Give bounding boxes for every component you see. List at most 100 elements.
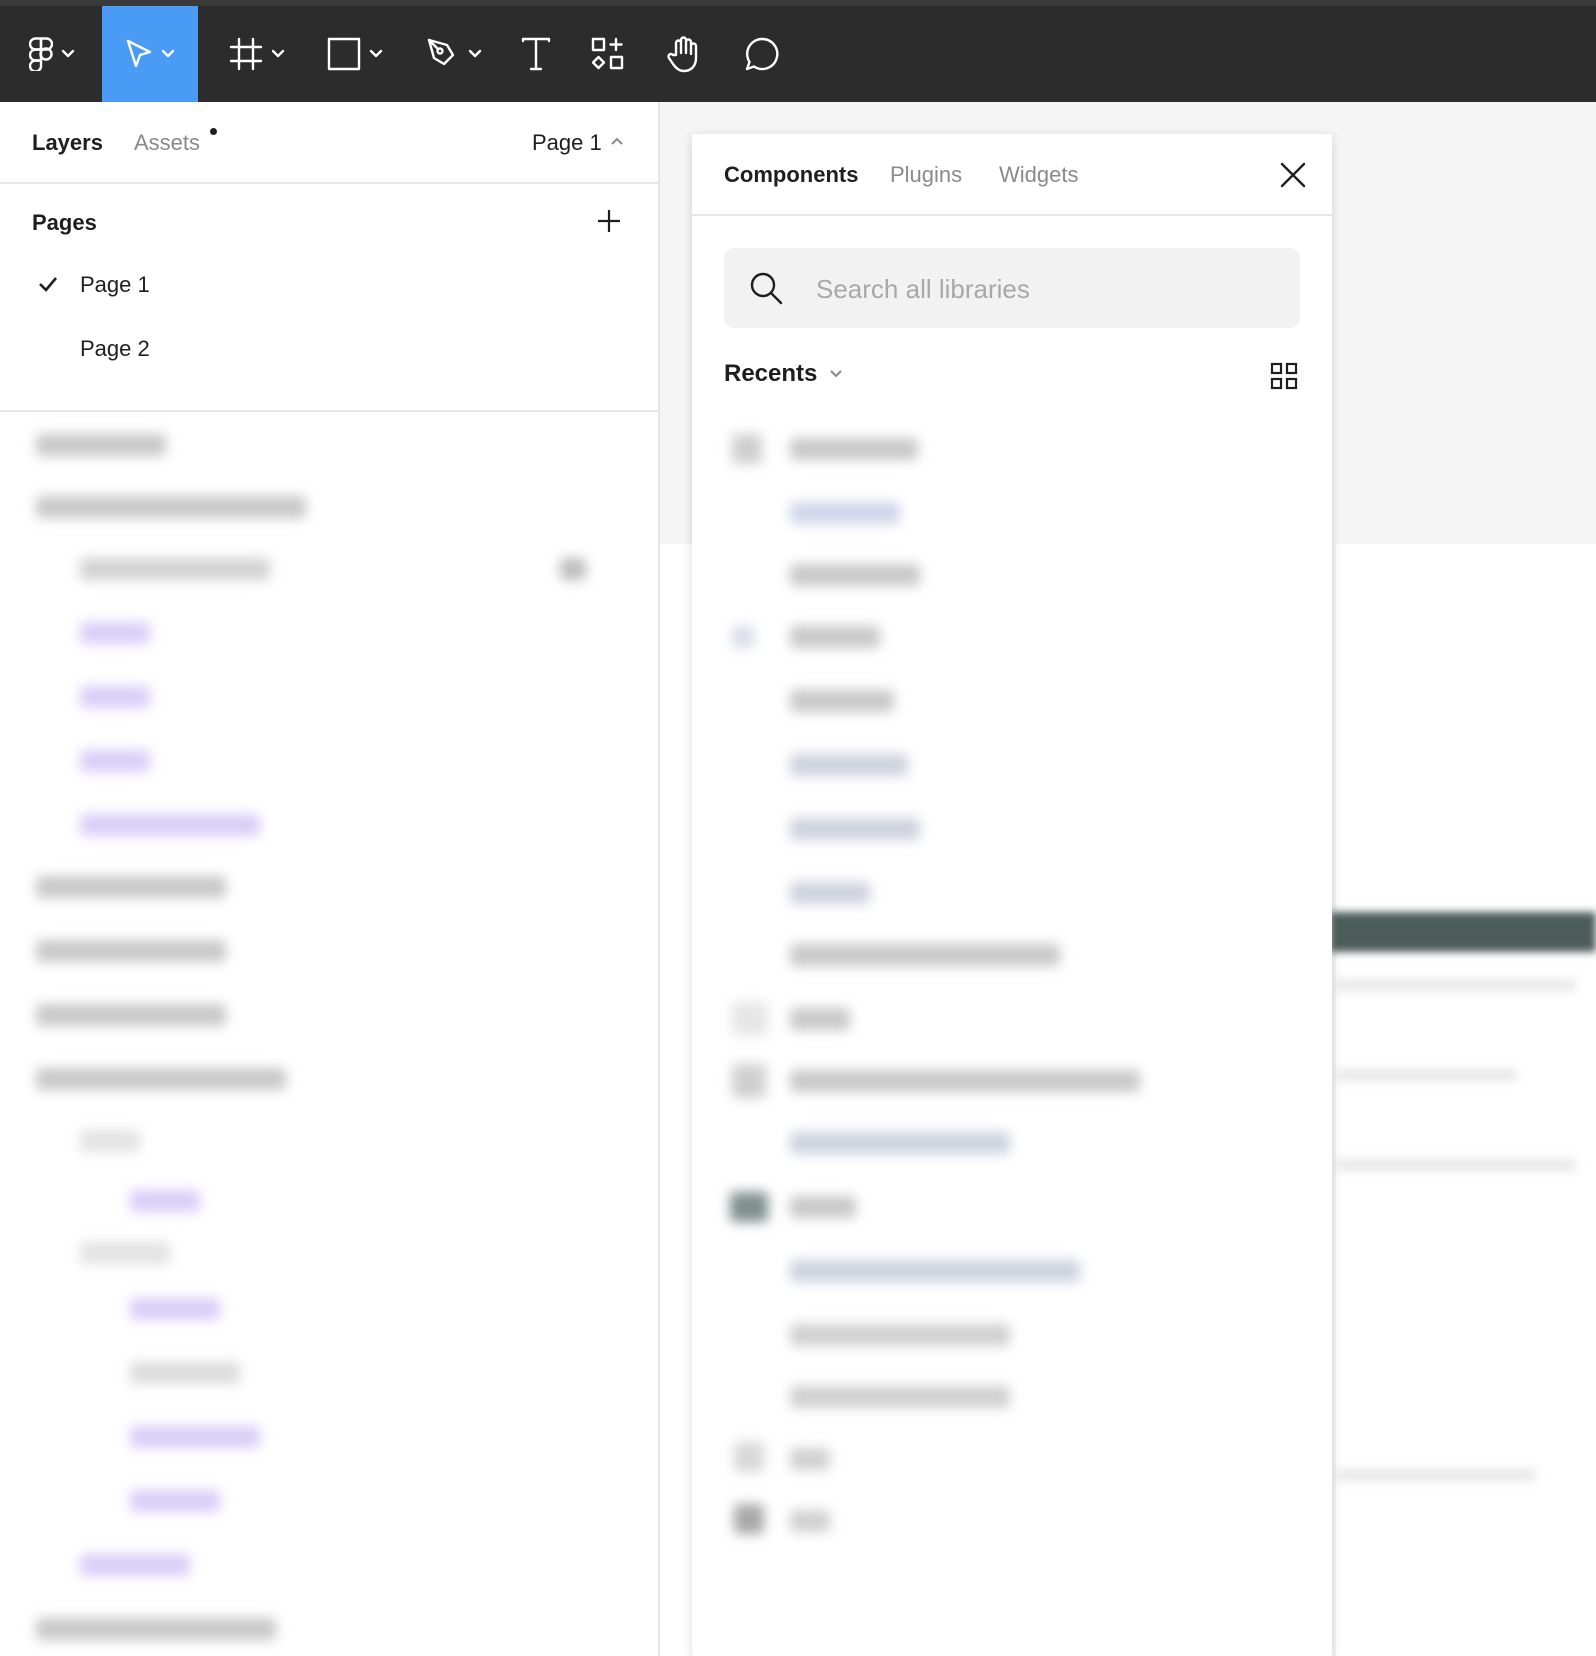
- recents-label: Recents: [724, 360, 818, 387]
- pages-section-title: Pages: [32, 210, 97, 235]
- frame-tool-icon: [229, 37, 263, 71]
- add-page-icon[interactable]: [596, 208, 622, 234]
- chevron-up-icon[interactable]: [610, 136, 624, 146]
- component-item[interactable]: [790, 1008, 850, 1030]
- chevron-down-icon: [369, 49, 383, 58]
- canvas-content-line: [1336, 980, 1576, 990]
- checkmark-icon: [39, 277, 57, 292]
- component-thumbnail: [732, 434, 762, 464]
- move-tool-icon: [126, 39, 152, 68]
- component-thumbnail: [734, 1504, 764, 1534]
- chevron-down-icon: [468, 49, 482, 58]
- page-selector[interactable]: Page 1: [532, 130, 602, 156]
- component-item[interactable]: [790, 1070, 1140, 1092]
- top-toolbar: [0, 0, 1596, 102]
- layer-row[interactable]: [36, 876, 226, 898]
- chevron-down-icon: [271, 49, 285, 58]
- layer-row[interactable]: [80, 750, 150, 772]
- layer-row[interactable]: [80, 1242, 170, 1264]
- resources-icon: [591, 37, 624, 70]
- layer-row[interactable]: [36, 940, 226, 962]
- resources-tool-button[interactable]: [578, 6, 638, 102]
- layer-row[interactable]: [36, 434, 166, 456]
- assets-notification-dot: [210, 128, 217, 135]
- layer-row[interactable]: [130, 1490, 220, 1512]
- close-icon[interactable]: [1276, 158, 1310, 192]
- comment-tool-icon: [745, 37, 779, 71]
- canvas-content-line: [1336, 1070, 1516, 1080]
- component-item[interactable]: [790, 754, 908, 776]
- page-item-2[interactable]: Page 2: [80, 336, 150, 362]
- left-sidebar: Layers Assets Page 1 Pages Page 1 Page 2: [0, 102, 660, 1656]
- component-thumbnail: [730, 1192, 768, 1222]
- component-item[interactable]: [790, 1386, 1010, 1408]
- component-item[interactable]: [790, 818, 920, 840]
- resources-tabs: Components Plugins Widgets: [692, 134, 1332, 216]
- component-thumbnail: [734, 1442, 764, 1472]
- rectangle-tool-icon: [327, 37, 361, 71]
- component-item[interactable]: [790, 1196, 856, 1218]
- chevron-down-icon: [830, 370, 843, 378]
- tab-assets[interactable]: Assets: [134, 130, 200, 156]
- comment-tool-button[interactable]: [732, 6, 792, 102]
- canvas-area[interactable]: [660, 544, 692, 1656]
- grid-view-icon[interactable]: [1270, 362, 1298, 390]
- component-item[interactable]: [790, 1324, 1010, 1346]
- layer-row[interactable]: [130, 1362, 240, 1384]
- component-item[interactable]: [790, 1448, 830, 1470]
- frame-tool-button[interactable]: [218, 6, 296, 102]
- tab-layers[interactable]: Layers: [32, 130, 103, 156]
- tab-plugins[interactable]: Plugins: [890, 162, 962, 188]
- library-search[interactable]: [724, 248, 1300, 330]
- layer-row[interactable]: [80, 1130, 140, 1152]
- layer-row[interactable]: [36, 1618, 276, 1640]
- chevron-down-icon: [161, 49, 175, 58]
- component-item[interactable]: [790, 944, 1060, 966]
- search-icon: [750, 272, 783, 305]
- sidebar-tabs: Layers Assets Page 1: [0, 102, 658, 184]
- layer-row[interactable]: [36, 1068, 286, 1090]
- component-item[interactable]: [790, 1260, 1080, 1282]
- component-item[interactable]: [790, 564, 920, 586]
- component-thumbnail: [732, 1002, 768, 1036]
- figma-logo-icon: [29, 37, 53, 71]
- pages-divider: [0, 410, 658, 412]
- canvas-frame-header: [1330, 912, 1596, 952]
- main-menu-button[interactable]: [20, 6, 84, 102]
- text-tool-button[interactable]: [506, 6, 566, 102]
- text-tool-icon: [521, 37, 551, 71]
- component-item[interactable]: [790, 626, 880, 648]
- component-thumbnail: [732, 626, 754, 648]
- component-item[interactable]: [790, 502, 900, 524]
- layer-row[interactable]: [130, 1298, 220, 1320]
- pen-tool-icon: [427, 38, 455, 66]
- search-input[interactable]: [814, 248, 1278, 330]
- component-item[interactable]: [790, 438, 918, 460]
- recents-dropdown[interactable]: Recents: [724, 360, 843, 388]
- layer-row[interactable]: [130, 1190, 200, 1212]
- chevron-down-icon: [61, 49, 75, 58]
- canvas-frame[interactable]: [1336, 544, 1596, 1656]
- canvas-content-line: [1336, 1470, 1536, 1480]
- layer-row[interactable]: [36, 1004, 226, 1026]
- component-item[interactable]: [790, 882, 870, 904]
- move-tool-button[interactable]: [102, 6, 198, 102]
- tab-widgets[interactable]: Widgets: [999, 162, 1078, 188]
- component-item[interactable]: [790, 1132, 1010, 1154]
- component-item[interactable]: [790, 1510, 830, 1532]
- layer-row[interactable]: [130, 1426, 260, 1448]
- hand-tool-icon: [667, 36, 698, 73]
- tab-components[interactable]: Components: [724, 162, 858, 188]
- layer-row[interactable]: [80, 558, 270, 580]
- layer-row[interactable]: [80, 1554, 190, 1576]
- layer-row[interactable]: [80, 622, 150, 644]
- layer-row[interactable]: [80, 814, 260, 836]
- resources-panel: Components Plugins Widgets Recents: [692, 134, 1332, 1656]
- layer-row[interactable]: [80, 686, 150, 708]
- hand-tool-button[interactable]: [654, 6, 714, 102]
- layer-row[interactable]: [36, 496, 306, 518]
- component-item[interactable]: [790, 690, 894, 712]
- page-item-1[interactable]: Page 1: [80, 272, 150, 298]
- shape-tool-button[interactable]: [316, 6, 394, 102]
- pen-tool-button[interactable]: [412, 6, 496, 102]
